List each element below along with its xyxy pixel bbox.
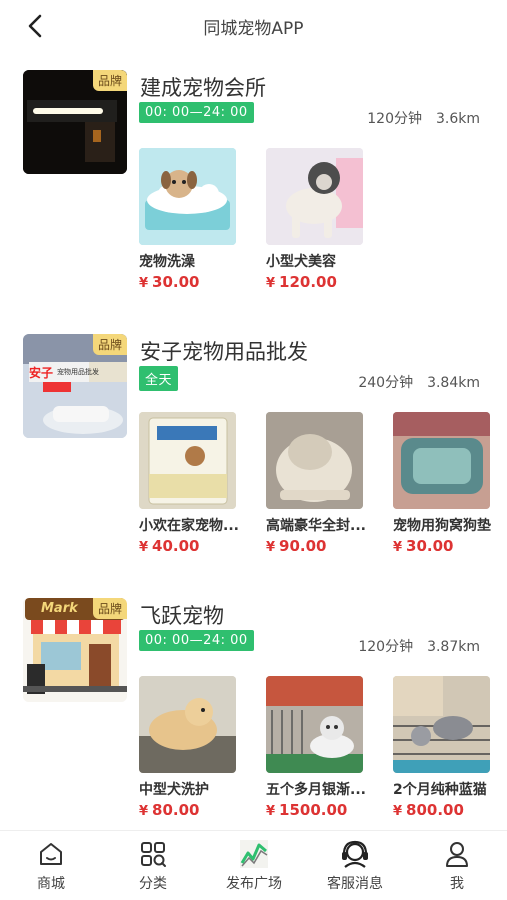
- product-name: 2个月纯种蓝猫: [393, 782, 487, 798]
- home-icon: [40, 843, 62, 865]
- product-image-small-dog-grooming[interactable]: [266, 148, 363, 245]
- product-card[interactable]: 2个月纯种蓝猫 ¥800.00: [393, 676, 507, 819]
- product-price: ¥120.00: [266, 273, 337, 291]
- product-name: 宠物洗澡: [139, 254, 195, 270]
- product-name: 高端豪华全封...: [266, 518, 366, 534]
- product-name: 宠物用狗窝狗垫: [393, 518, 491, 534]
- store-distance: 3.84km: [427, 375, 480, 391]
- store-meta: 120分钟 3.87km: [344, 636, 480, 656]
- market-sign-text: Mark: [41, 601, 78, 616]
- nav-label: 发布广场: [226, 876, 282, 892]
- store-name[interactable]: 飞跃宠物: [140, 600, 224, 630]
- category-grid-icon: [141, 842, 166, 867]
- product-image-pet-pads[interactable]: [139, 412, 236, 509]
- product-image-dog-bath[interactable]: [139, 148, 236, 245]
- nav-label: 分类: [139, 876, 167, 892]
- nav-label: 客服消息: [327, 876, 383, 892]
- nav-item-category[interactable]: 分类: [113, 839, 193, 893]
- delivery-duration: 240分钟: [358, 375, 414, 391]
- headset-icon: [342, 840, 368, 868]
- nav-label: 我: [450, 876, 464, 892]
- product-image-dog-bed[interactable]: [393, 412, 490, 509]
- delivery-duration: 120分钟: [367, 111, 422, 127]
- product-card[interactable]: 宠物用狗窝狗垫 ¥30.00: [393, 412, 507, 555]
- hours-badge: 全天: [139, 366, 179, 391]
- nav-item-mall[interactable]: 商城: [11, 839, 91, 893]
- nav-item-me[interactable]: 我: [417, 839, 497, 893]
- product-price: ¥80.00: [139, 801, 200, 819]
- product-name: 五个多月银渐...: [266, 782, 366, 798]
- brand-badge: 品牌: [92, 70, 127, 91]
- store-name[interactable]: 安子宠物用品批发: [140, 336, 308, 366]
- product-image-silver-cat[interactable]: [266, 676, 363, 773]
- nav-label: 商城: [37, 876, 65, 892]
- product-name: 小型犬美容: [266, 254, 336, 270]
- product-card[interactable]: 小欢在家宠物... ¥40.00: [139, 412, 257, 555]
- shop-sign-subtext: 宠物用品批发: [57, 368, 99, 376]
- product-image-blue-cat[interactable]: [393, 676, 490, 773]
- product-image-enclosed-litter-box[interactable]: [266, 412, 363, 509]
- delivery-duration: 120分钟: [358, 639, 414, 655]
- page-title: 同城宠物APP: [203, 19, 304, 39]
- product-price: ¥1500.00: [266, 801, 348, 819]
- nav-item-publish[interactable]: 发布广场: [214, 839, 294, 893]
- brand-badge: 品牌: [92, 598, 127, 619]
- hours-badge: 00: 00—24: 00: [139, 630, 254, 651]
- brand-badge: 品牌: [92, 334, 127, 355]
- store-meta: 120分钟 3.6km: [353, 108, 480, 128]
- nav-item-customer-service[interactable]: 客服消息: [315, 839, 395, 893]
- product-card[interactable]: 五个多月银渐... ¥1500.00: [266, 676, 384, 819]
- product-image-golden-dog[interactable]: [139, 676, 236, 773]
- product-price: ¥800.00: [393, 801, 464, 819]
- product-card[interactable]: 中型犬洗护 ¥80.00: [139, 676, 257, 819]
- store-name[interactable]: 建成宠物会所: [140, 72, 266, 102]
- app-screen: 同城宠物APP 品牌 建成宠物会所 00: 00—24: 00 120分钟 3.6…: [0, 0, 507, 900]
- product-name: 小欢在家宠物...: [139, 518, 239, 534]
- publish-chart-icon: [240, 840, 268, 868]
- product-card[interactable]: 高端豪华全封... ¥90.00: [266, 412, 384, 555]
- product-card[interactable]: 宠物洗澡 ¥30.00: [139, 148, 257, 291]
- bottom-navigation: 商城 分类 发布广场 客服消息 我: [0, 830, 507, 900]
- shop-sign-text: 安子: [29, 366, 54, 380]
- store-thumbnail[interactable]: 安子 宠物用品批发 品牌: [23, 334, 127, 438]
- product-card[interactable]: 小型犬美容 ¥120.00: [266, 148, 384, 291]
- store-distance: 3.87km: [427, 639, 480, 655]
- top-bar: 同城宠物APP: [0, 0, 507, 52]
- store-thumbnail[interactable]: Mark 品牌: [23, 598, 127, 702]
- user-icon: [446, 842, 468, 867]
- product-price: ¥40.00: [139, 537, 200, 555]
- product-price: ¥90.00: [266, 537, 327, 555]
- product-price: ¥30.00: [139, 273, 200, 291]
- store-distance: 3.6km: [435, 111, 480, 127]
- product-name: 中型犬洗护: [139, 782, 209, 798]
- store-meta: 240分钟 3.84km: [344, 372, 480, 392]
- hours-badge: 00: 00—24: 00: [139, 102, 254, 123]
- store-thumbnail[interactable]: 品牌: [23, 70, 127, 174]
- product-price: ¥30.00: [393, 537, 454, 555]
